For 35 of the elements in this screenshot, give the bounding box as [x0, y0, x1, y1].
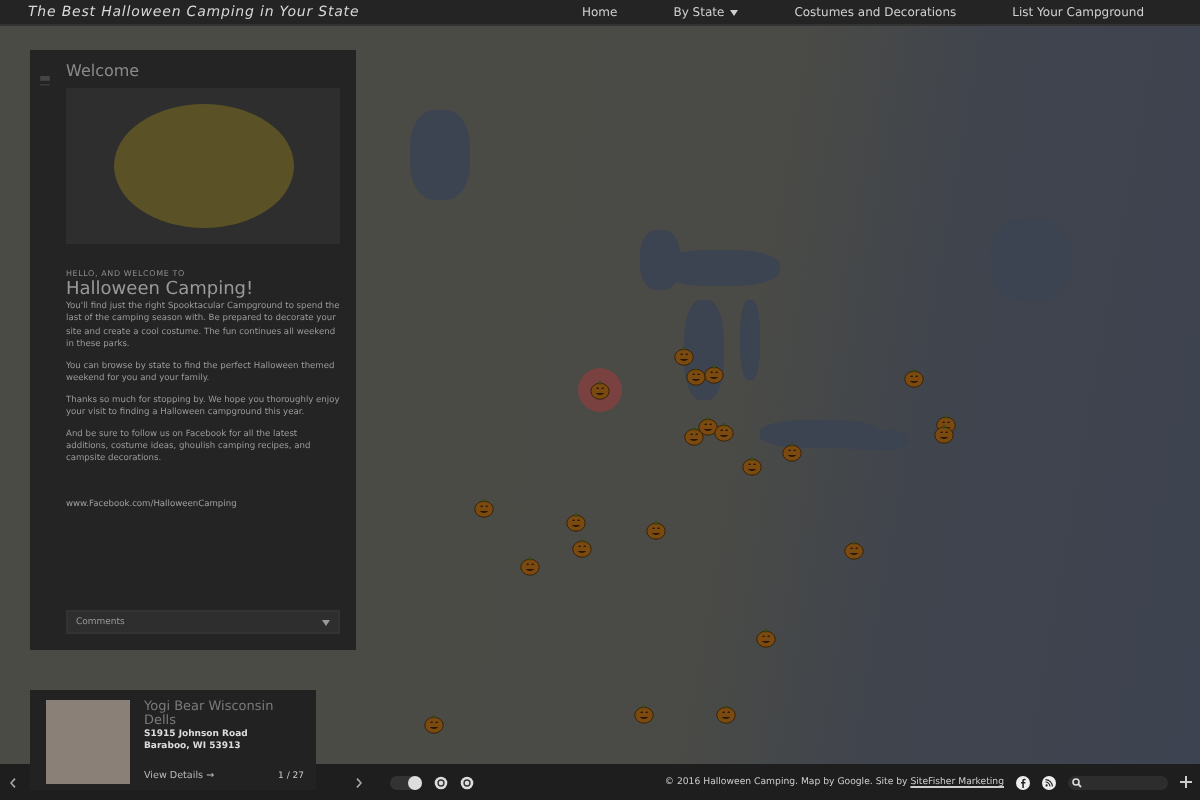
- search-field[interactable]: [1068, 775, 1168, 789]
- pumpkin-marker-icon[interactable]: [634, 704, 654, 724]
- circle-icon[interactable]: [434, 775, 448, 789]
- pumpkin-marker-icon[interactable]: [844, 540, 864, 560]
- pumpkin-marker-icon[interactable]: [474, 498, 494, 518]
- caret-icon: [730, 9, 739, 15]
- pumpkin-marker-icon[interactable]: [520, 556, 540, 576]
- pumpkin-marker-icon[interactable]: [714, 422, 734, 442]
- pumpkin-marker-icon[interactable]: [684, 426, 704, 446]
- toggle-switch[interactable]: [390, 775, 422, 789]
- rss-icon[interactable]: [1042, 775, 1056, 789]
- plus-icon[interactable]: [1180, 776, 1192, 788]
- pumpkin-marker-icon[interactable]: [686, 366, 706, 386]
- target-icon[interactable]: [460, 775, 474, 789]
- welcome-heading: Halloween Camping!: [66, 280, 256, 300]
- pumpkin-marker-icon[interactable]: [646, 520, 666, 540]
- pumpkin-marker-icon[interactable]: [572, 538, 592, 558]
- caret-icon: [322, 619, 330, 625]
- pumpkin-marker-icon[interactable]: [698, 416, 718, 436]
- pumpkin-marker-icon[interactable]: [704, 364, 724, 384]
- pumpkin-marker-icon[interactable]: [590, 380, 610, 400]
- pumpkin-marker-icon[interactable]: [716, 704, 736, 724]
- pumpkin-marker-icon[interactable]: [904, 368, 924, 388]
- pumpkin-marker-icon[interactable]: [782, 442, 802, 462]
- pumpkin-marker-icon[interactable]: [424, 714, 444, 734]
- facebook-icon[interactable]: [1016, 775, 1030, 789]
- pumpkin-marker-icon[interactable]: [756, 628, 776, 648]
- photo-placeholder: [46, 700, 130, 784]
- pumpkin-marker-icon[interactable]: [934, 424, 954, 444]
- panel-toggle-icon[interactable]: [40, 76, 50, 92]
- search-icon: [1072, 777, 1082, 787]
- panel-title: Welcome: [66, 62, 142, 80]
- pumpkin-marker-icon[interactable]: [566, 512, 586, 532]
- pumpkin-marker-icon[interactable]: [674, 346, 694, 366]
- pumpkin-marker-icon[interactable]: [742, 456, 762, 476]
